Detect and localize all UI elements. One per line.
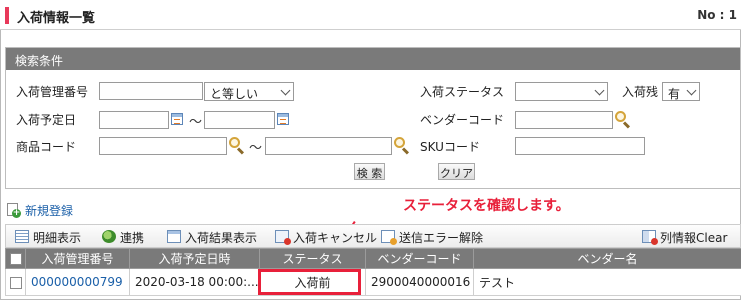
arrival-no-label: 入荷管理番号 (16, 85, 89, 99)
sync-icon (102, 230, 116, 243)
chevron-down-icon (594, 85, 605, 96)
search-button[interactable]: 検 索 (354, 163, 385, 180)
vendor-code-label: ベンダーコード (420, 113, 505, 127)
table-row[interactable]: 000000000799 2020-03-18 00:00:... 入荷前 29… (5, 268, 741, 296)
arrival-cancel-label: 入荷キャンセル (293, 231, 378, 245)
arrival-table: 入荷管理番号 入荷予定日時 ステータス ベンダーコード ベンダー名 000000… (5, 248, 741, 296)
arrival-status-select[interactable] (515, 82, 608, 101)
search-icon[interactable] (229, 137, 245, 155)
column-header[interactable]: 入荷管理番号 (25, 248, 130, 269)
range-separator: ～ (249, 141, 263, 156)
link-label: 連携 (120, 231, 145, 245)
remaining-select[interactable]: 有 (662, 82, 700, 101)
remaining-label: 入荷残 (622, 85, 659, 99)
row-checkbox[interactable] (9, 276, 22, 289)
column-info-clear-label: 列情報Clear (660, 231, 728, 245)
scheduled-datetime-cell: 2020-03-18 00:00:... (129, 268, 260, 296)
column-header[interactable]: 入荷予定日時 (129, 248, 260, 269)
vendor-code-cell: 2900040000016 (365, 268, 474, 296)
detail-view-label: 明細表示 (33, 231, 82, 245)
select-all-checkbox[interactable] (9, 253, 22, 265)
arrival-no-input[interactable] (99, 82, 203, 100)
send-error-clear-label: 送信エラー解除 (399, 231, 484, 245)
title-bar: 入荷情報一覧 No : 1 (0, 0, 741, 30)
chevron-down-icon (686, 85, 697, 96)
vendor-name-cell: テスト (473, 268, 741, 296)
search-icon[interactable] (615, 111, 631, 129)
product-code-label: 商品コード (16, 140, 77, 154)
chevron-down-icon (280, 85, 291, 96)
arrival-date-to-input[interactable] (204, 111, 275, 129)
column-icon (642, 230, 658, 245)
column-header[interactable]: ベンダーコード (365, 248, 474, 269)
arrival-no-cell[interactable]: 000000000799 (25, 268, 130, 296)
vendor-code-input[interactable] (515, 111, 613, 129)
range-separator: ～ (189, 115, 203, 130)
table-icon (167, 230, 181, 243)
arrival-no-operator-select[interactable]: と等しい (204, 82, 294, 101)
error-icon (381, 230, 397, 245)
sku-code-label: SKUコード (420, 140, 480, 154)
new-registration-label: 新規登録 (25, 204, 74, 218)
arrival-date-label: 入荷予定日 (16, 113, 77, 127)
row-select-cell[interactable] (5, 268, 26, 296)
arrival-date-from-input[interactable] (99, 111, 169, 129)
select-all-header[interactable] (5, 248, 26, 269)
arrival-no-operator-value: と等しい (210, 87, 259, 101)
add-icon: + (12, 208, 21, 218)
remaining-value: 有 (668, 87, 681, 101)
sku-code-input[interactable] (515, 137, 645, 155)
product-code-input[interactable] (99, 137, 227, 155)
column-header[interactable]: ステータス (259, 248, 366, 269)
product-code-to-input[interactable] (265, 137, 392, 155)
calendar-icon[interactable] (171, 113, 183, 125)
cancel-icon (275, 230, 291, 245)
annotation-callout: ステータスを確認します。 (403, 198, 570, 214)
search-icon[interactable] (394, 137, 410, 155)
page-title: 入荷情報一覧 (17, 11, 96, 26)
table-header-row: 入荷管理番号 入荷予定日時 ステータス ベンダーコード ベンダー名 (5, 248, 741, 269)
arrival-result-label: 入荷結果表示 (185, 231, 258, 245)
arrival-status-label: 入荷ステータス (420, 85, 505, 99)
column-header[interactable]: ベンダー名 (473, 248, 741, 269)
clear-button[interactable]: クリア (438, 163, 475, 180)
status-highlight-box (258, 269, 361, 295)
page-number: No : 1 (697, 8, 737, 22)
action-toolbar: 明細表示 連携 入荷結果表示 入荷キャンセル 送信エラー解除 列情報Clear (5, 224, 741, 248)
list-icon (15, 230, 29, 243)
search-panel-title: 検索条件 (6, 48, 740, 70)
title-accent-bar (5, 7, 9, 24)
calendar-icon[interactable] (277, 113, 289, 125)
search-panel: 検索条件 入荷管理番号 と等しい 入荷ステータス 入荷残 有 入荷予定日 ～ ベ… (5, 47, 741, 189)
